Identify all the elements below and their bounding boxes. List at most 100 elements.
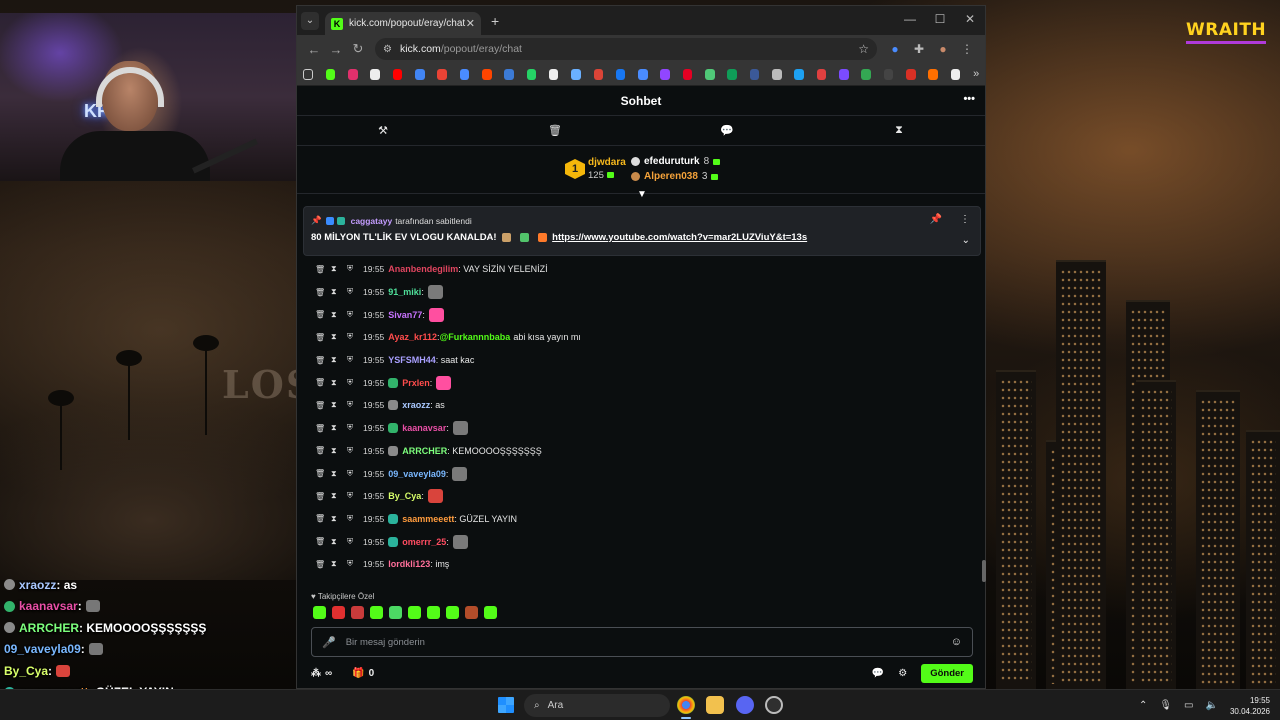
delete-icon[interactable]: 🗑 <box>315 310 331 319</box>
start-button[interactable] <box>498 697 514 713</box>
pinned-link[interactable]: https://www.youtube.com/watch?v=mar2LUZV… <box>552 232 807 243</box>
timeout-icon[interactable]: ⧗ <box>331 355 347 365</box>
bookmark-icon[interactable] <box>571 68 581 80</box>
bookmark-icon[interactable] <box>370 68 380 80</box>
send-button[interactable]: Gönder <box>921 663 973 683</box>
bookmark-icon[interactable] <box>682 68 693 80</box>
message-username[interactable]: xraozz <box>402 400 430 410</box>
quick-emote[interactable] <box>427 606 440 619</box>
message-username[interactable]: kaanavsar <box>402 423 446 433</box>
message-username[interactable]: Sivan77 <box>388 310 422 320</box>
delete-icon[interactable]: 🗑 <box>315 514 331 523</box>
site-info-icon[interactable]: ⚙ <box>383 44 392 55</box>
message-username[interactable]: Ayaz_kr112 <box>388 332 437 342</box>
bookmark-icon[interactable] <box>392 68 403 80</box>
bookmarks-overflow-icon[interactable]: » <box>973 68 979 80</box>
shield-icon[interactable]: ⛨ <box>347 537 363 547</box>
message-username[interactable]: ARRCHER <box>402 446 447 456</box>
shield-icon[interactable]: ⛨ <box>347 264 363 274</box>
extensions-puzzle-icon[interactable]: ✚ <box>907 42 931 56</box>
voice-icon[interactable]: 🎤 <box>322 636 336 649</box>
message-username[interactable]: By_Cya <box>388 491 421 501</box>
quick-emote[interactable] <box>313 606 326 619</box>
tab-search-button[interactable]: ⌄ <box>301 11 319 30</box>
shield-icon[interactable]: ⛨ <box>347 491 363 501</box>
apps-grid-icon[interactable] <box>303 68 313 80</box>
message-username[interactable]: lordkli123 <box>388 559 430 569</box>
bookmark-icon[interactable] <box>414 68 425 80</box>
timeout-icon[interactable]: ⧗ <box>331 469 347 479</box>
discord-icon[interactable] <box>736 696 754 714</box>
extension-icon[interactable]: ● <box>883 42 907 56</box>
message-username[interactable]: saammeeett <box>402 514 454 524</box>
shield-icon[interactable]: ⛨ <box>347 287 363 297</box>
chat-more-icon[interactable]: ••• <box>963 93 975 105</box>
shield-icon[interactable]: ⛨ <box>347 559 363 569</box>
quick-emote[interactable] <box>370 606 383 619</box>
bookmark-icon[interactable] <box>481 68 492 80</box>
taskbar-search[interactable]: ⌕ Ara <box>524 694 670 717</box>
timeout-icon[interactable]: ⧗ <box>331 378 347 388</box>
delete-icon[interactable]: 🗑 <box>315 469 331 478</box>
bookmark-icon[interactable] <box>615 68 626 80</box>
minimize-button[interactable]: — <box>895 6 925 35</box>
bookmark-icon[interactable] <box>459 68 470 80</box>
tray-overflow-icon[interactable]: ⌃ <box>1139 700 1147 711</box>
shield-icon[interactable]: ⛨ <box>347 378 363 388</box>
quick-emote[interactable] <box>446 606 459 619</box>
forward-button[interactable]: → <box>325 42 347 57</box>
network-icon[interactable]: ▭ <box>1184 700 1193 711</box>
chat-bubble-icon[interactable]: 💬 <box>641 116 813 145</box>
gift-counter[interactable]: 🎁 0 <box>352 668 374 679</box>
timeout-icon[interactable]: ⧗ <box>331 491 347 501</box>
quick-emote[interactable] <box>332 606 345 619</box>
pinned-expand-icon[interactable]: ⌄ <box>962 235 970 246</box>
close-window-button[interactable]: ✕ <box>955 6 985 35</box>
bookmark-icon[interactable] <box>727 68 738 80</box>
timeout-icon[interactable]: ⧗ <box>331 332 347 342</box>
message-username[interactable]: 09_vaveyla09 <box>388 469 446 479</box>
timeout-icon[interactable]: ⧗ <box>331 559 347 569</box>
timeout-icon[interactable]: ⧗ <box>331 310 347 320</box>
bookmark-icon[interactable] <box>526 68 537 80</box>
shield-icon[interactable]: ⛨ <box>347 310 363 320</box>
delete-icon[interactable]: 🗑 <box>315 265 331 274</box>
timeout-icon[interactable]: ⧗ <box>331 423 347 433</box>
bookmark-icon[interactable] <box>950 68 961 80</box>
delete-icon[interactable]: 🗑 <box>315 378 331 387</box>
bookmark-icon[interactable] <box>548 68 559 80</box>
delete-icon[interactable]: 🗑 <box>315 333 331 342</box>
timeout-icon[interactable]: ⧗ <box>331 514 347 524</box>
pinned-menu-icon[interactable]: ⋮ <box>960 214 970 225</box>
bookmark-icon[interactable] <box>861 68 872 80</box>
maximize-button[interactable]: ☐ <box>925 6 955 35</box>
chat-bubble-footer-icon[interactable]: 💬 <box>872 668 884 679</box>
reload-button[interactable]: ↻ <box>347 41 369 57</box>
bookmark-icon[interactable] <box>504 68 514 80</box>
shield-icon[interactable]: ⛨ <box>347 332 363 342</box>
bookmark-icon[interactable] <box>772 68 782 80</box>
delete-icon[interactable]: 🗑 <box>315 446 331 455</box>
leaderboard-expand-icon[interactable]: ▼ <box>637 189 647 200</box>
ban-hammer-icon[interactable]: ⚒ <box>297 116 469 145</box>
chat-input[interactable]: 🎤 Bir mesaj gönderin ☺ <box>311 627 973 657</box>
timeout-icon[interactable]: ⧗ <box>331 537 347 547</box>
unpin-icon[interactable]: 📌 <box>930 214 942 225</box>
tab-close-icon[interactable]: ✕ <box>466 17 475 30</box>
bookmark-icon[interactable] <box>928 68 939 80</box>
leaderboard-row[interactable]: efeduruturk 8 <box>631 154 721 169</box>
delete-icon[interactable]: 🗑 <box>469 116 641 145</box>
bookmark-icon[interactable] <box>593 68 604 80</box>
clock[interactable]: 19:55 30.04.2026 <box>1230 695 1270 717</box>
browser-menu-icon[interactable]: ⋮ <box>955 42 979 56</box>
message-username[interactable]: 91_miki <box>388 287 421 297</box>
delete-icon[interactable]: 🗑 <box>315 537 331 546</box>
message-username[interactable]: omerrr_25 <box>402 537 446 547</box>
chat-scrollbar[interactable] <box>982 560 986 582</box>
quick-emote[interactable] <box>351 606 364 619</box>
delete-icon[interactable]: 🗑 <box>315 288 331 297</box>
shield-icon[interactable]: ⛨ <box>347 446 363 456</box>
quick-emote[interactable] <box>465 606 478 619</box>
bookmark-star-icon[interactable]: ☆ <box>858 42 869 56</box>
emote-picker-icon[interactable]: ☺ <box>951 636 962 648</box>
